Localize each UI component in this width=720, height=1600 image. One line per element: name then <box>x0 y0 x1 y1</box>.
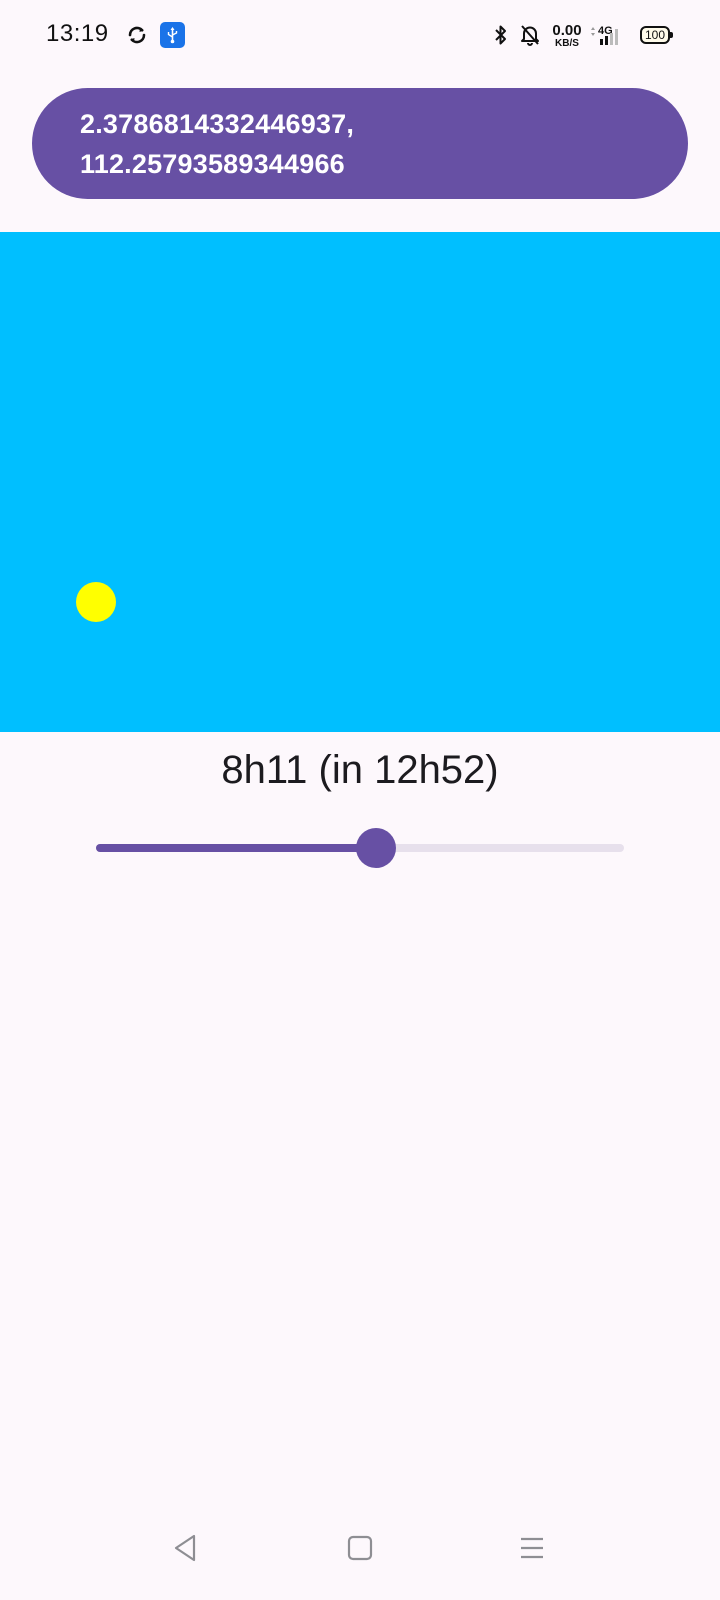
longitude-text: 112.25793589344966 <box>80 149 345 179</box>
status-time: 13:19 <box>46 20 109 47</box>
back-icon[interactable] <box>172 1533 198 1568</box>
usb-icon <box>160 22 185 48</box>
sun <box>76 582 116 622</box>
sky-panel <box>0 232 720 732</box>
time-slider[interactable] <box>96 828 624 868</box>
home-icon[interactable] <box>347 1534 373 1567</box>
navigation-bar <box>0 1520 720 1600</box>
status-bar: 13:19 0.00 KB/S 4G 100 <box>0 0 720 72</box>
slider-active-track <box>96 844 376 852</box>
slider-thumb[interactable] <box>356 828 396 868</box>
bell-muted-icon <box>520 24 540 51</box>
network-speed-value: 0.00 <box>552 22 582 39</box>
network-speed: 0.00 KB/S <box>549 23 585 49</box>
latitude-text: 2.3786814332446937, <box>80 109 355 139</box>
sync-icon <box>126 24 148 46</box>
coordinates-button[interactable]: 2.3786814332446937, 112.25793589344966 <box>32 88 688 199</box>
time-label: 8h11 (in 12h52) <box>221 748 499 792</box>
bluetooth-icon <box>493 24 509 51</box>
recents-icon[interactable] <box>518 1534 546 1567</box>
signal-4g-icon: 4G <box>590 24 630 53</box>
network-speed-unit: KB/S <box>555 38 579 49</box>
battery-icon: 100 <box>640 26 673 44</box>
